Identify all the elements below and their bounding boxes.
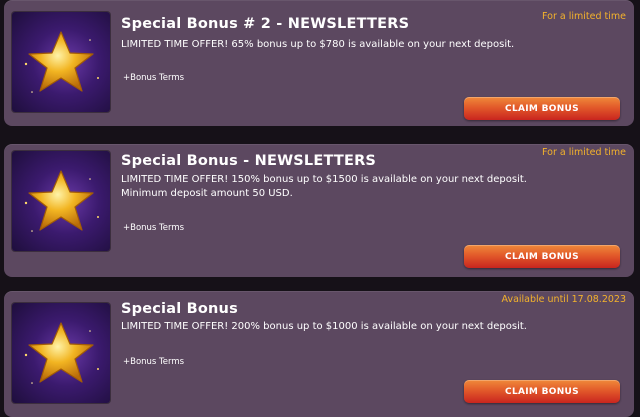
bonus-description: LIMITED TIME OFFER! 150% bonus up to $15… <box>121 174 527 199</box>
bonus-thumbnail <box>12 303 110 403</box>
bonus-title: Special Bonus # 2 - NEWSLETTERS <box>121 16 410 32</box>
star-icon <box>24 31 99 93</box>
bonus-thumbnail <box>12 151 110 251</box>
bonus-list: Special Bonus # 2 - NEWSLETTERS LIMITED … <box>0 0 640 417</box>
bonus-title: Special Bonus - NEWSLETTERS <box>121 153 377 169</box>
claim-bonus-button[interactable]: CLAIM BONUS <box>464 97 620 120</box>
claim-bonus-button[interactable]: CLAIM BONUS <box>464 380 620 403</box>
bonus-title: Special Bonus <box>121 301 238 317</box>
availability-badge: For a limited time <box>542 147 626 158</box>
star-icon <box>24 170 99 232</box>
bonus-description: LIMITED TIME OFFER! 200% bonus up to $10… <box>121 321 527 332</box>
bonus-card: Special Bonus # 2 - NEWSLETTERS LIMITED … <box>4 0 634 126</box>
bonus-thumbnail <box>12 12 110 112</box>
bonus-terms-link[interactable]: +Bonus Terms <box>123 223 184 233</box>
bonus-terms-link[interactable]: +Bonus Terms <box>123 357 184 367</box>
bonus-card: Special Bonus LIMITED TIME OFFER! 200% b… <box>4 291 634 417</box>
star-icon <box>24 322 99 384</box>
bonus-description: LIMITED TIME OFFER! 65% bonus up to $780… <box>121 39 515 50</box>
claim-bonus-button[interactable]: CLAIM BONUS <box>464 245 620 268</box>
bonus-terms-link[interactable]: +Bonus Terms <box>123 73 184 83</box>
availability-badge: Available until 17.08.2023 <box>501 294 626 305</box>
availability-badge: For a limited time <box>542 11 626 22</box>
bonus-card: Special Bonus - NEWSLETTERS LIMITED TIME… <box>4 144 634 277</box>
